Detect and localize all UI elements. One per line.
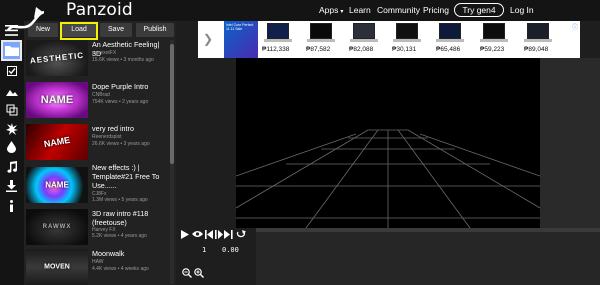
project-author[interactable]: Reenerdspist (92, 134, 121, 140)
playback-controls: 1 0.00 (178, 228, 256, 285)
thumbnail-text: NAME (45, 180, 69, 190)
project-stats: 754K views • 2 years ago (92, 99, 149, 105)
load-highlight-box (60, 22, 98, 40)
chevron-down-icon: ▾ (340, 9, 344, 15)
project-thumbnail[interactable]: NAME (26, 124, 88, 160)
zoom-in-icon[interactable] (194, 268, 204, 281)
burst-icon[interactable] (3, 120, 20, 137)
project-thumbnail[interactable]: AESTHETIC (26, 40, 88, 76)
preview-canvas[interactable] (236, 58, 540, 228)
project-item[interactable]: AESTHETIC An Aesthetic Feeling| 3D eeeex… (26, 40, 166, 80)
laptop-image[interactable] (307, 23, 335, 47)
download-icon[interactable] (3, 177, 20, 194)
project-title[interactable]: 3D raw intro #118 (freetouse) (92, 209, 170, 227)
project-author[interactable]: CNBrad (92, 92, 110, 98)
info-icon[interactable] (3, 197, 20, 214)
thumbnail-text: NAME (43, 134, 71, 150)
eye-icon[interactable] (192, 230, 203, 240)
ad-price: ₱82,088 (349, 46, 374, 53)
music-icon[interactable] (3, 158, 20, 175)
folder-icon[interactable] (1, 40, 22, 61)
zoom-out-icon[interactable] (182, 268, 192, 281)
time-value[interactable]: 0.00 (222, 246, 239, 254)
laptop-image[interactable] (524, 23, 552, 47)
project-stats: 26.6K views • 3 years ago (92, 141, 150, 147)
project-item[interactable]: NAME Dope Purple Intro CNBrad 754K views… (26, 82, 166, 122)
play-icon[interactable] (181, 230, 189, 241)
try-gen4-button[interactable]: Try gen4 (454, 3, 504, 17)
project-stats: 1.3M views • 5 years ago (92, 197, 148, 203)
project-thumbnail[interactable]: MOVEN (26, 249, 88, 285)
project-stats: 4.4K views • 4 weeks ago (92, 266, 149, 272)
pointer-arrow-icon (7, 7, 44, 31)
project-item[interactable]: NAME New effects :) | Template#21 Free T… (26, 163, 166, 207)
check-icon[interactable] (3, 62, 20, 79)
image-icon[interactable] (3, 83, 20, 100)
thumbnail-text: MOVEN (44, 263, 70, 271)
project-title[interactable]: very red intro (92, 124, 170, 133)
ad-promo-tile[interactable]: Intel Core Perfect 11.11 Sale (224, 21, 258, 58)
thumbnail-text: AESTHETIC (29, 50, 85, 66)
ad-info-icon[interactable]: ⓘ (572, 22, 578, 31)
ad-price: ₱30,131 (392, 46, 417, 53)
nav-apps-label: Apps (319, 5, 339, 15)
laptop-image[interactable] (480, 23, 508, 47)
project-thumbnail[interactable]: NAME (26, 82, 88, 118)
project-stats: 5.2K views • 4 years ago (92, 233, 147, 239)
project-item[interactable]: RAWWX 3D raw intro #118 (freetouse) Harv… (26, 209, 166, 249)
project-item[interactable]: MOVEN Moonwalk HAW 4.4K views • 4 weeks … (26, 249, 166, 285)
thumbnail-text: RAWWX (42, 224, 72, 230)
prev-keyframe-icon[interactable] (205, 230, 213, 241)
project-title[interactable]: New effects :) | Template#21 Free To Use… (92, 163, 170, 190)
keyframe-icon[interactable] (215, 230, 223, 241)
project-thumbnail[interactable]: RAWWX (26, 209, 88, 245)
nav-learn[interactable]: Learn (349, 5, 371, 16)
ad-banner[interactable]: ❯ Intel Core Perfect 11.11 Sale ₱112,338… (198, 21, 580, 58)
project-author[interactable]: HAW (92, 259, 103, 265)
project-author[interactable]: eeeexotFX (92, 50, 116, 56)
logo[interactable]: Panzoid (66, 0, 133, 21)
ad-prev-arrow-icon[interactable]: ❯ (203, 32, 213, 46)
project-title[interactable]: Dope Purple Intro (92, 82, 170, 91)
ad-price: ₱89,048 (524, 46, 549, 53)
droplet-icon[interactable] (3, 138, 20, 155)
nav-pricing[interactable]: Pricing (423, 5, 449, 16)
project-stats: 15.6K views • 3 months ago (92, 57, 154, 63)
ad-price: ₱59,223 (480, 46, 505, 53)
ad-price: ₱65,486 (436, 46, 461, 53)
project-thumbnail[interactable]: NAME (26, 167, 88, 203)
timeline-track[interactable] (256, 228, 600, 285)
project-title[interactable]: Moonwalk (92, 249, 170, 258)
laptop-image[interactable] (393, 23, 421, 47)
nav-apps[interactable]: Apps ▾ (319, 5, 343, 18)
tool-sidebar (0, 21, 24, 285)
laptop-image[interactable] (350, 23, 378, 47)
timeline-ruler[interactable] (256, 228, 600, 232)
save-button[interactable]: Save (100, 23, 132, 37)
laptop-image[interactable] (264, 23, 292, 47)
properties-panel (540, 58, 600, 228)
top-navbar: Panzoid Apps ▾ Learn Community Pricing Tr… (0, 0, 600, 21)
project-item[interactable]: NAME very red intro Reenerdspist 26.6K v… (26, 124, 166, 164)
floor-grid (236, 129, 540, 228)
frame-number[interactable]: 1 (202, 246, 206, 254)
login-link[interactable]: Log In (510, 5, 534, 16)
loop-icon[interactable] (236, 230, 246, 241)
next-keyframe-icon[interactable] (224, 230, 233, 241)
publish-button[interactable]: Publish (136, 23, 174, 37)
project-list-scrollbar[interactable] (170, 40, 174, 284)
ad-price: ₱87,582 (306, 46, 331, 53)
model-icon[interactable] (3, 101, 20, 118)
nav-community[interactable]: Community (377, 5, 420, 16)
project-panel: New Load Save Publish AESTHETIC An Aesth… (24, 21, 176, 285)
laptop-image[interactable] (436, 23, 464, 47)
thumbnail-text: NAME (40, 94, 74, 106)
scrollbar-thumb[interactable] (170, 44, 174, 164)
ad-price: ₱112,338 (262, 46, 290, 53)
